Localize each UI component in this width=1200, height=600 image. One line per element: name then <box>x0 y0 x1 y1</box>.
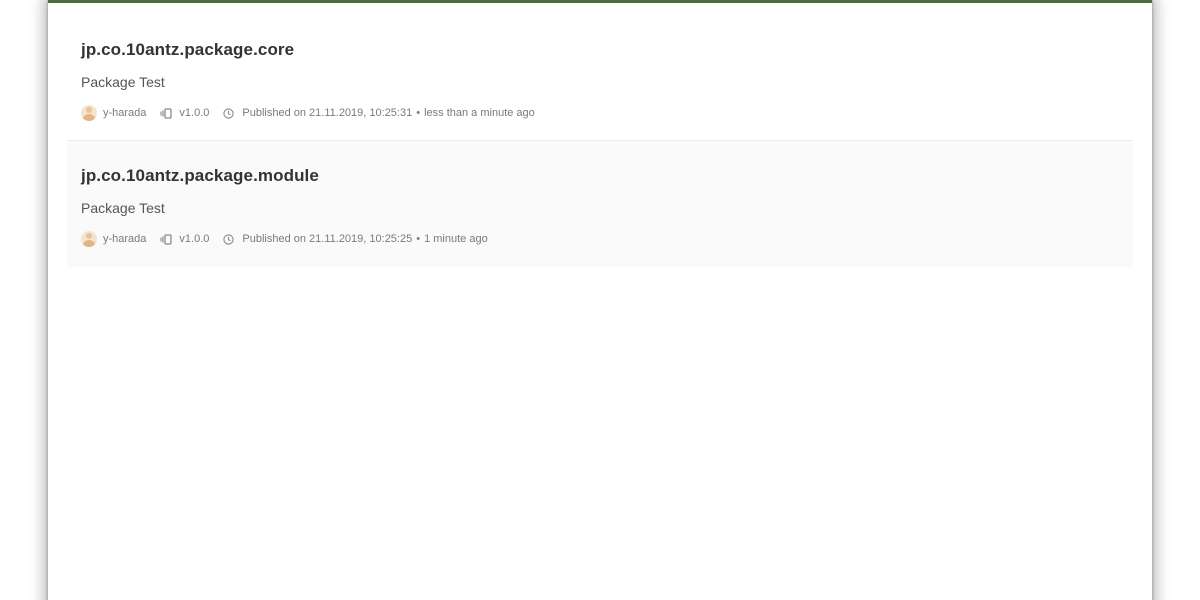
package-list: jp.co.10antz.package.core Package Test y… <box>67 15 1133 267</box>
published-date: Published on 21.11.2019, 10:25:31 <box>242 107 413 119</box>
package-item[interactable]: jp.co.10antz.package.core Package Test y… <box>67 15 1133 141</box>
screen: jp.co.10antz.package.core Package Test y… <box>0 0 1200 600</box>
package-meta: y-harada v1.0.0 Published on 21.11.2019,… <box>81 230 1119 248</box>
browser-window: jp.co.10antz.package.core Package Test y… <box>48 0 1152 600</box>
package-title[interactable]: jp.co.10antz.package.core <box>81 39 1119 61</box>
header-bar <box>48 0 1152 3</box>
relative-time: 1 minute ago <box>424 233 488 245</box>
package-meta: y-harada v1.0.0 Published on 21.11.2019,… <box>81 104 1119 122</box>
author-name[interactable]: y-harada <box>103 233 146 245</box>
package-version: v1.0.0 <box>179 107 210 119</box>
package-item[interactable]: jp.co.10antz.package.module Package Test… <box>67 141 1133 267</box>
meta-separator: • <box>416 233 421 245</box>
versions-icon <box>160 107 173 119</box>
package-description: Package Test <box>81 200 165 216</box>
relative-time: less than a minute ago <box>424 107 535 119</box>
package-version: v1.0.0 <box>179 233 210 245</box>
published-date: Published on 21.11.2019, 10:25:25 <box>242 233 413 245</box>
package-title[interactable]: jp.co.10antz.package.module <box>81 165 1119 187</box>
package-description: Package Test <box>81 74 165 90</box>
user-avatar[interactable] <box>81 231 97 247</box>
author-name[interactable]: y-harada <box>103 107 146 119</box>
clock-icon <box>223 233 235 245</box>
versions-icon <box>160 233 173 245</box>
clock-icon <box>223 107 235 119</box>
user-avatar[interactable] <box>81 105 97 121</box>
meta-separator: • <box>416 107 421 119</box>
